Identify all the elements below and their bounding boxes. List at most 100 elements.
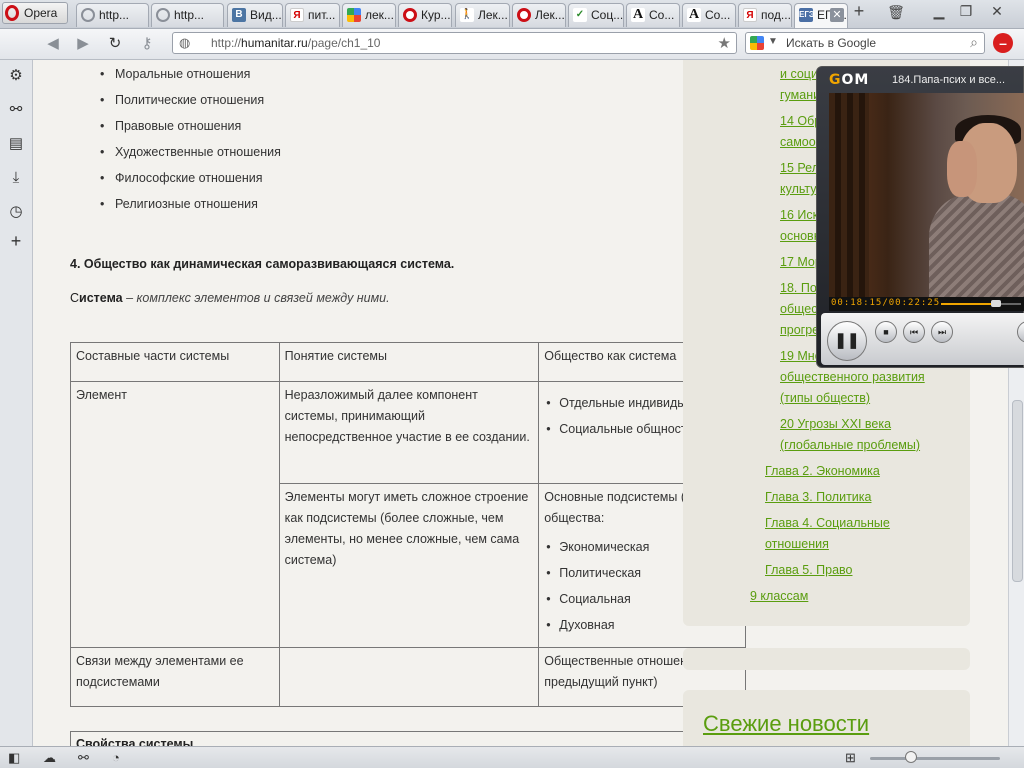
downloads-icon[interactable]: ⤓ bbox=[7, 169, 25, 187]
table-header-cell: Составные части системы bbox=[70, 342, 280, 382]
back-arrow-icon[interactable]: ◀ bbox=[44, 35, 62, 53]
previous-track-icon[interactable]: ⏮ bbox=[903, 321, 925, 343]
person-icon: 🚶 bbox=[460, 8, 474, 22]
yandex-icon: Я bbox=[290, 8, 304, 22]
browser-tab[interactable]: ✓ Соц... bbox=[568, 3, 624, 27]
browser-tab[interactable]: http... bbox=[76, 3, 149, 27]
toggle-panel-icon[interactable]: ◧ bbox=[8, 750, 20, 766]
globe-icon: ◍ bbox=[179, 35, 191, 50]
browser-tab[interactable]: Япит... bbox=[285, 3, 340, 27]
tab-label: Лек... bbox=[535, 8, 565, 22]
opera-menu-button[interactable]: Opera bbox=[2, 2, 68, 24]
notes-icon[interactable]: ▤ bbox=[7, 135, 25, 153]
player-title: 184.Папа-псих и все... bbox=[892, 74, 1006, 86]
tab-label: Кур... bbox=[421, 8, 451, 22]
sidebar-link[interactable]: 20 Угрозы XXI века bbox=[780, 414, 891, 435]
search-field[interactable]: ▼ Искать в Google ⌕ bbox=[745, 32, 985, 54]
tab-label: Лек... bbox=[478, 8, 508, 22]
player-timebar: 00:18:15/00:22:25 bbox=[829, 297, 1024, 311]
search-icon[interactable]: ⌕ bbox=[970, 34, 978, 51]
letter-a-icon: A bbox=[631, 7, 645, 22]
browser-tab[interactable]: лек... bbox=[342, 3, 396, 27]
reload-icon[interactable]: ↻ bbox=[106, 35, 124, 53]
sidebar-link[interactable]: Глава 3. Политика bbox=[765, 487, 871, 508]
forward-arrow-icon[interactable]: ▶ bbox=[74, 35, 92, 53]
sidebar-separator-block bbox=[683, 648, 970, 670]
turbo-icon[interactable]: ◔ bbox=[112, 750, 120, 766]
letter-a-icon: A bbox=[687, 7, 701, 22]
cloud-icon[interactable]: ☁ bbox=[43, 750, 56, 766]
zoom-slider[interactable] bbox=[870, 757, 1000, 760]
zoom-slider-knob[interactable] bbox=[905, 751, 917, 763]
settings-gear-icon[interactable]: ⚙ bbox=[7, 67, 25, 85]
sidebar-link[interactable]: Глава 5. Право bbox=[765, 560, 852, 581]
status-bar: ◧ ☁ ⚯ ◔ ⊞ bbox=[0, 746, 1024, 768]
next-track-icon[interactable]: ⏭ bbox=[931, 321, 953, 343]
browser-tab[interactable]: 🚶 Лек... bbox=[455, 3, 510, 27]
gom-player-window[interactable]: GOM 184.Папа-псих и все... 00:18:15/00:2… bbox=[816, 66, 1024, 368]
google-icon bbox=[347, 8, 361, 22]
table-cell-links: Связи между элементами ее подсистемами bbox=[70, 647, 280, 707]
stop-loading-icon[interactable]: – bbox=[993, 33, 1013, 53]
scrollbar-thumb[interactable] bbox=[1012, 400, 1023, 582]
unite-share-icon[interactable]: ⚯ bbox=[7, 101, 25, 119]
address-field[interactable]: ◍ http://humanitar.ru/page/ch1_10 ★ bbox=[172, 32, 737, 54]
history-clock-icon[interactable]: ◷ bbox=[7, 203, 25, 221]
tab-label: http... bbox=[174, 8, 205, 22]
news-title-link[interactable]: Свежие новости bbox=[703, 711, 869, 737]
browser-tab[interactable]: Лек... bbox=[512, 3, 566, 27]
browser-tab[interactable]: A Со... bbox=[626, 3, 680, 27]
list-item: Правовые отношения bbox=[100, 119, 281, 145]
browser-tab[interactable]: Кур... bbox=[398, 3, 452, 27]
properties-section-title: Свойства системы bbox=[70, 731, 746, 746]
vk-icon: B bbox=[232, 8, 246, 22]
sidebar-link[interactable]: (глобальные проблемы) bbox=[780, 435, 920, 456]
minimize-window-icon[interactable]: ▁ bbox=[928, 2, 950, 20]
sidebar-link[interactable]: (типы обществ) bbox=[780, 388, 870, 409]
new-tab-plus-icon[interactable]: + bbox=[850, 1, 868, 22]
opera-logo-icon bbox=[5, 5, 19, 21]
seek-bar-fill bbox=[941, 303, 997, 305]
close-tab-icon[interactable]: ✕ bbox=[830, 8, 844, 22]
sidebar-link[interactable]: Глава 4. Социальные bbox=[765, 513, 890, 534]
bookmark-star-icon[interactable]: ★ bbox=[718, 34, 731, 52]
key-icon[interactable]: ⚷ bbox=[138, 35, 156, 53]
sidebar-link[interactable]: Глава 2. Экономика bbox=[765, 461, 880, 482]
search-engine-dropdown-icon[interactable]: ▼ bbox=[768, 36, 778, 47]
list-item: Художественные отношения bbox=[100, 145, 281, 171]
close-window-icon[interactable]: ✕ bbox=[986, 2, 1008, 20]
browser-tab[interactable]: ЕГЭЕГЭ ...✕ bbox=[794, 3, 848, 28]
trash-icon[interactable]: 🗑 bbox=[887, 4, 905, 21]
yandex-icon: Я bbox=[743, 8, 757, 22]
tab-label: http... bbox=[99, 8, 130, 22]
restore-window-icon[interactable]: ❐ bbox=[955, 2, 977, 20]
seek-bar-knob[interactable] bbox=[991, 300, 1002, 307]
opera-page-icon bbox=[403, 8, 417, 22]
stop-icon[interactable]: ■ bbox=[875, 321, 897, 343]
tab-label: под... bbox=[761, 8, 791, 22]
player-controls: ❚❚ ■ ⏮ ⏭ bbox=[821, 313, 1024, 365]
section-title: 4. Общество как динамическая саморазвива… bbox=[70, 257, 455, 271]
browser-tab[interactable]: http... bbox=[151, 3, 224, 27]
seek-bar[interactable] bbox=[941, 300, 1021, 307]
opera-menu-label: Opera bbox=[24, 6, 58, 20]
relations-list: Моральные отношенияПолитические отношени… bbox=[100, 67, 281, 223]
pause-icon[interactable]: ❚❚ bbox=[827, 321, 867, 361]
table-cell-subsystem-concept: Элементы могут иметь сложное строение ка… bbox=[278, 483, 540, 648]
tab-label: Со... bbox=[705, 8, 731, 22]
browser-tab[interactable]: B Вид... bbox=[227, 3, 283, 27]
add-panel-plus-icon[interactable]: + bbox=[7, 232, 25, 250]
browser-tab[interactable]: A Со... bbox=[682, 3, 736, 27]
browser-tab[interactable]: Япод... bbox=[738, 3, 792, 27]
volume-icon[interactable] bbox=[1017, 321, 1024, 343]
tab-label: пит... bbox=[308, 8, 336, 22]
sidebar-link[interactable]: отношения bbox=[765, 534, 829, 555]
list-item: Религиозные отношения bbox=[100, 197, 281, 223]
sidebar-link[interactable]: 9 классам bbox=[750, 586, 808, 607]
sidebar-link[interactable]: общественного развития bbox=[780, 367, 925, 388]
unite-icon[interactable]: ⚯ bbox=[78, 750, 89, 766]
list-item: Моральные отношения bbox=[100, 67, 281, 93]
address-toolbar: ◀ ▶ ↻ ⚷ ◍ http://humanitar.ru/page/ch1_1… bbox=[0, 29, 1024, 60]
video-frame[interactable] bbox=[829, 93, 1024, 297]
view-icon[interactable]: ⊞ bbox=[845, 750, 856, 766]
